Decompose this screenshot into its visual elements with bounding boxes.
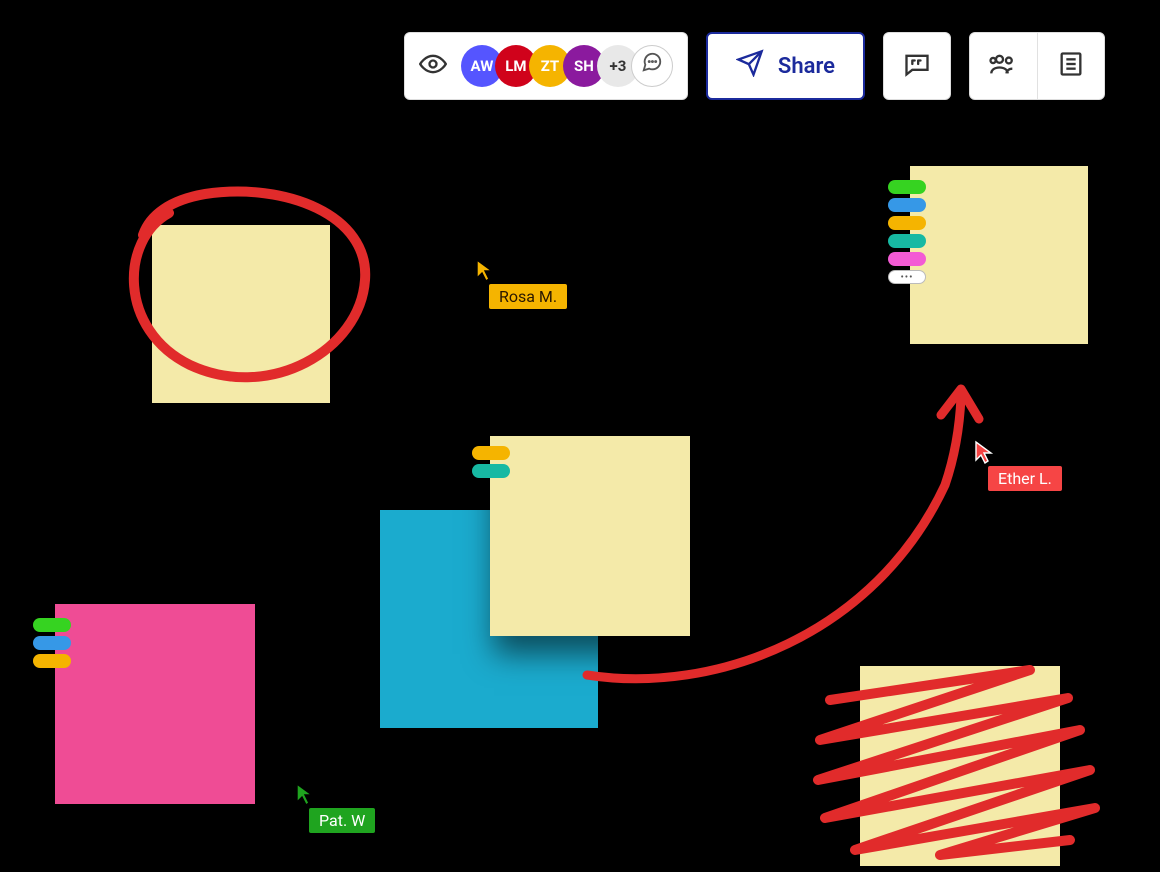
share-button[interactable]: Share bbox=[706, 32, 865, 100]
tag-pill[interactable] bbox=[888, 198, 926, 212]
tag-pill[interactable] bbox=[33, 636, 71, 650]
cursor-icon bbox=[974, 440, 994, 464]
sticky-note[interactable] bbox=[55, 604, 255, 804]
remote-cursor: Rosa M. bbox=[475, 258, 567, 309]
comment-icon[interactable] bbox=[631, 45, 673, 87]
outline-button[interactable] bbox=[1038, 33, 1105, 99]
visibility-icon[interactable] bbox=[419, 50, 447, 82]
tag-pill[interactable] bbox=[888, 234, 926, 248]
freehand-circle bbox=[110, 180, 380, 400]
cursor-label: Pat. W bbox=[309, 808, 375, 833]
freehand-scribble bbox=[800, 650, 1110, 870]
cursor-icon bbox=[475, 258, 495, 282]
tag-pill[interactable] bbox=[33, 654, 71, 668]
collaborator-avatars[interactable]: AW LM ZT SH +3 bbox=[461, 45, 673, 87]
quote-icon bbox=[903, 50, 931, 82]
tag-pill[interactable] bbox=[472, 446, 510, 460]
document-icon bbox=[1057, 50, 1085, 82]
note-tags: ••• bbox=[888, 180, 926, 284]
participants-button[interactable] bbox=[970, 33, 1038, 99]
cursor-label: Ether L. bbox=[988, 466, 1062, 491]
tag-pill[interactable] bbox=[888, 180, 926, 194]
share-button-label: Share bbox=[778, 54, 835, 79]
note-tags bbox=[33, 618, 71, 668]
tag-pill[interactable] bbox=[888, 252, 926, 266]
sticky-note[interactable]: ••• bbox=[910, 166, 1088, 344]
panel-buttons bbox=[969, 32, 1105, 100]
cursor-icon bbox=[295, 782, 315, 806]
tag-pill[interactable] bbox=[888, 216, 926, 230]
remote-cursor: Ether L. bbox=[974, 440, 1062, 491]
toolbar: AW LM ZT SH +3 Share bbox=[404, 32, 1105, 100]
note-tags bbox=[472, 446, 510, 478]
tag-pill[interactable] bbox=[472, 464, 510, 478]
send-icon bbox=[736, 49, 764, 83]
people-icon bbox=[989, 50, 1017, 82]
tag-more[interactable]: ••• bbox=[888, 270, 926, 284]
cursor-label: Rosa M. bbox=[489, 284, 567, 309]
remote-cursor: Pat. W bbox=[295, 782, 375, 833]
presence-group: AW LM ZT SH +3 bbox=[404, 32, 688, 100]
tag-pill[interactable] bbox=[33, 618, 71, 632]
annotations-button[interactable] bbox=[883, 32, 951, 100]
